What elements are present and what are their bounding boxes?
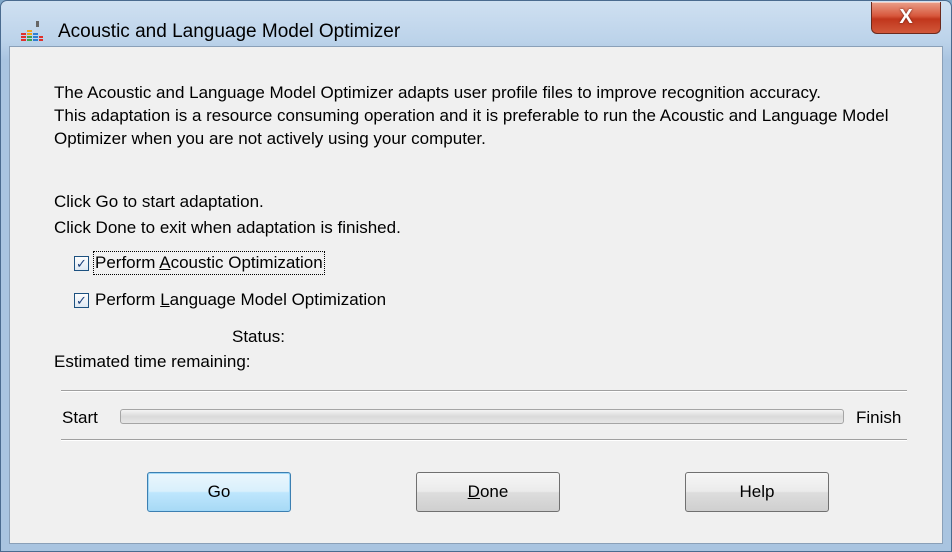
estimated-time-label: Estimated time remaining: (54, 352, 251, 371)
window-title: Acoustic and Language Model Optimizer (58, 21, 401, 42)
progress-bar (120, 409, 844, 424)
description-text: The Acoustic and Language Model Optimize… (54, 81, 904, 150)
language-optimization-label[interactable]: Perform Language Model Optimization (95, 290, 386, 310)
checkmark-icon: ✓ (76, 255, 87, 271)
help-button[interactable]: Help (685, 472, 829, 512)
progress-finish-label: Finish (856, 408, 902, 427)
checkmark-icon: ✓ (76, 292, 87, 308)
description-line-2: This adaptation is a resource consuming … (54, 106, 889, 148)
separator-top (61, 390, 907, 392)
language-optimization-checkbox-row[interactable]: ✓ Perform Language Model Optimization (74, 290, 386, 310)
go-button[interactable]: Go (147, 472, 291, 512)
progress-start-label: Start (62, 408, 98, 427)
go-hint-text: Click Go to start adaptation. (54, 192, 264, 211)
optimizer-app-icon (21, 21, 43, 41)
separator-bottom (61, 439, 907, 441)
status-label: Status: (232, 327, 285, 346)
close-icon: X (899, 6, 913, 28)
done-button[interactable]: Done (416, 472, 560, 512)
description-line-1: The Acoustic and Language Model Optimize… (54, 83, 821, 102)
done-hint-text: Click Done to exit when adaptation is fi… (54, 218, 401, 237)
acoustic-optimization-checkbox[interactable]: ✓ (74, 255, 89, 271)
acoustic-optimization-label[interactable]: Perform Acoustic Optimization (93, 251, 325, 275)
dialog-window: Acoustic and Language Model Optimizer X … (0, 0, 952, 552)
close-button[interactable]: X (871, 2, 941, 34)
acoustic-optimization-checkbox-row[interactable]: ✓ Perform Acoustic Optimization (74, 251, 325, 275)
language-optimization-checkbox[interactable]: ✓ (74, 292, 89, 308)
